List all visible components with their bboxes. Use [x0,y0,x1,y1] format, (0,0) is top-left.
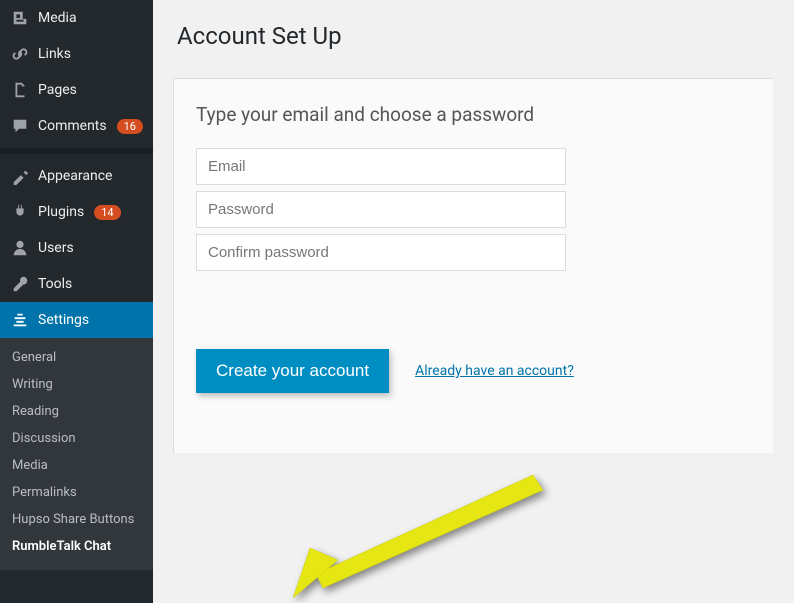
sidebar-item-label: Tools [38,276,72,292]
confirm-password-field[interactable] [196,234,566,271]
sidebar-item-label: Settings [38,312,89,328]
sidebar-item-comments[interactable]: Comments 16 [0,108,153,144]
content-area: Account Set Up Type your email and choos… [153,0,794,603]
sidebar-item-label: Links [38,46,71,62]
submenu-item-rumbletalk[interactable]: RumbleTalk Chat [0,533,153,560]
submenu-item-reading[interactable]: Reading [0,398,153,425]
tool-icon [10,274,30,294]
submenu-item-hupso[interactable]: Hupso Share Buttons [0,506,153,533]
already-have-account-link[interactable]: Already have an account? [415,363,574,379]
submenu-item-general[interactable]: General [0,344,153,371]
sidebar-item-users[interactable]: Users [0,230,153,266]
link-icon [10,44,30,64]
plugins-badge: 14 [94,205,120,220]
panel-heading: Type your email and choose a password [196,103,751,126]
action-row: Create your account Already have an acco… [196,349,751,393]
plugin-icon [10,202,30,222]
comments-badge: 16 [117,119,143,134]
submenu-item-writing[interactable]: Writing [0,371,153,398]
sidebar-separator [0,148,153,154]
page-title: Account Set Up [177,22,773,50]
admin-sidebar: Media Links Pages Comments 16 [0,0,153,603]
settings-icon [10,310,30,330]
email-field[interactable] [196,148,566,185]
sidebar-item-settings[interactable]: Settings [0,302,153,338]
sidebar-item-label: Users [38,240,74,256]
signup-form [196,148,566,271]
password-field[interactable] [196,191,566,228]
sidebar-item-label: Comments [38,118,107,134]
sidebar-item-label: Plugins [38,204,84,220]
sidebar-item-label: Media [38,10,77,26]
create-account-button[interactable]: Create your account [196,349,389,393]
sidebar-item-appearance[interactable]: Appearance [0,158,153,194]
account-setup-panel: Type your email and choose a password Cr… [173,78,773,453]
comment-icon [10,116,30,136]
annotation-arrow-icon [288,470,548,600]
sidebar-item-label: Pages [38,82,77,98]
media-icon [10,8,30,28]
submenu-item-discussion[interactable]: Discussion [0,425,153,452]
settings-submenu: General Writing Reading Discussion Media… [0,338,153,570]
sidebar-item-plugins[interactable]: Plugins 14 [0,194,153,230]
sidebar-item-label: Appearance [38,168,112,184]
submenu-item-media[interactable]: Media [0,452,153,479]
sidebar-item-media[interactable]: Media [0,0,153,36]
appearance-icon [10,166,30,186]
page-icon [10,80,30,100]
sidebar-item-tools[interactable]: Tools [0,266,153,302]
user-icon [10,238,30,258]
sidebar-item-links[interactable]: Links [0,36,153,72]
submenu-item-permalinks[interactable]: Permalinks [0,479,153,506]
sidebar-item-pages[interactable]: Pages [0,72,153,108]
